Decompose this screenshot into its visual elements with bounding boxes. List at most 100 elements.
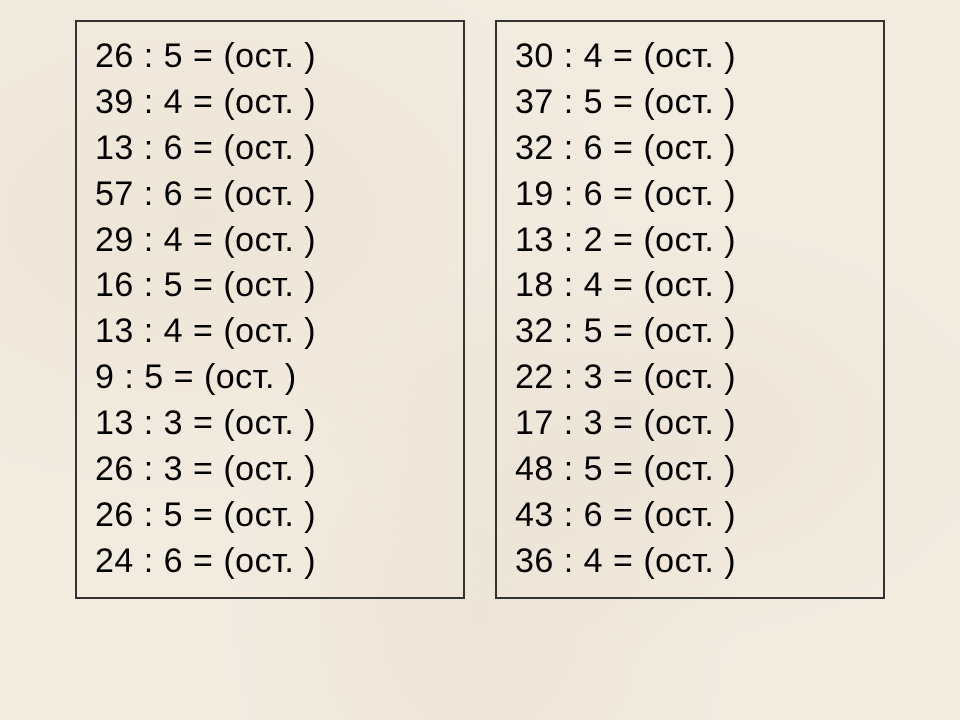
equals-sign: = <box>183 496 223 534</box>
division-separator: : <box>134 37 164 75</box>
remainder-label: (ост. ) <box>223 83 316 121</box>
divisor: 4 <box>584 542 603 580</box>
problem-line: 39 : 4 = (ост. ) <box>95 80 443 126</box>
division-separator: : <box>554 450 584 488</box>
dividend: 30 <box>515 37 554 75</box>
division-separator: : <box>134 404 164 442</box>
equals-sign: = <box>603 450 643 488</box>
problem-line: 9 : 5 = (ост. ) <box>95 355 443 401</box>
equals-sign: = <box>183 221 223 259</box>
problem-line: 36 : 4 = (ост. ) <box>515 539 863 585</box>
dividend: 48 <box>515 450 554 488</box>
dividend: 26 <box>95 496 134 534</box>
divisor: 4 <box>164 83 183 121</box>
remainder-label: (ост. ) <box>643 37 736 75</box>
division-separator: : <box>134 450 164 488</box>
divisor: 2 <box>584 221 603 259</box>
problem-line: 32 : 6 = (ост. ) <box>515 126 863 172</box>
divisor: 5 <box>584 450 603 488</box>
dividend: 26 <box>95 450 134 488</box>
problem-line: 13 : 4 = (ост. ) <box>95 309 443 355</box>
remainder-label: (ост. ) <box>643 266 736 304</box>
divisor: 5 <box>584 83 603 121</box>
equals-sign: = <box>183 266 223 304</box>
divisor: 4 <box>584 37 603 75</box>
division-separator: : <box>554 175 584 213</box>
problem-line: 48 : 5 = (ост. ) <box>515 447 863 493</box>
equals-sign: = <box>603 37 643 75</box>
division-separator: : <box>134 542 164 580</box>
equals-sign: = <box>603 542 643 580</box>
division-separator: : <box>134 496 164 534</box>
divisor: 4 <box>164 221 183 259</box>
remainder-label: (ост. ) <box>643 496 736 534</box>
problem-line: 17 : 3 = (ост. ) <box>515 401 863 447</box>
problem-line: 22 : 3 = (ост. ) <box>515 355 863 401</box>
remainder-label: (ост. ) <box>223 542 316 580</box>
problem-line: 32 : 5 = (ост. ) <box>515 309 863 355</box>
divisor: 4 <box>584 266 603 304</box>
divisor: 4 <box>164 312 183 350</box>
divisor: 3 <box>584 358 603 396</box>
problem-line: 37 : 5 = (ост. ) <box>515 80 863 126</box>
divisor: 5 <box>164 496 183 534</box>
remainder-label: (ост. ) <box>643 312 736 350</box>
division-separator: : <box>554 129 584 167</box>
divisor: 6 <box>584 496 603 534</box>
dividend: 13 <box>95 312 134 350</box>
dividend: 13 <box>515 221 554 259</box>
problem-line: 26 : 5 = (ост. ) <box>95 34 443 80</box>
remainder-label: (ост. ) <box>223 496 316 534</box>
dividend: 37 <box>515 83 554 121</box>
divisor: 6 <box>164 129 183 167</box>
problem-line: 43 : 6 = (ост. ) <box>515 493 863 539</box>
divisor: 3 <box>164 450 183 488</box>
dividend: 17 <box>515 404 554 442</box>
equals-sign: = <box>603 266 643 304</box>
remainder-label: (ост. ) <box>643 175 736 213</box>
division-separator: : <box>554 37 584 75</box>
division-separator: : <box>554 358 584 396</box>
equals-sign: = <box>603 496 643 534</box>
remainder-label: (ост. ) <box>223 450 316 488</box>
division-separator: : <box>134 221 164 259</box>
remainder-label: (ост. ) <box>204 358 297 396</box>
dividend: 24 <box>95 542 134 580</box>
problem-line: 26 : 5 = (ост. ) <box>95 493 443 539</box>
problem-line: 29 : 4 = (ост. ) <box>95 218 443 264</box>
dividend: 57 <box>95 175 134 213</box>
problem-line: 13 : 2 = (ост. ) <box>515 218 863 264</box>
dividend: 32 <box>515 129 554 167</box>
divisor: 3 <box>164 404 183 442</box>
remainder-label: (ост. ) <box>643 221 736 259</box>
equals-sign: = <box>603 312 643 350</box>
remainder-label: (ост. ) <box>643 404 736 442</box>
remainder-label: (ост. ) <box>643 129 736 167</box>
equals-sign: = <box>183 312 223 350</box>
problem-line: 13 : 3 = (ост. ) <box>95 401 443 447</box>
division-separator: : <box>134 175 164 213</box>
remainder-label: (ост. ) <box>643 542 736 580</box>
divisor: 6 <box>164 175 183 213</box>
dividend: 13 <box>95 129 134 167</box>
equals-sign: = <box>603 221 643 259</box>
division-separator: : <box>134 129 164 167</box>
left-problems-box: 26 : 5 = (ост. )39 : 4 = (ост. )13 : 6 =… <box>75 20 465 599</box>
dividend: 9 <box>95 358 114 396</box>
division-separator: : <box>554 312 584 350</box>
problem-line: 19 : 6 = (ост. ) <box>515 172 863 218</box>
dividend: 13 <box>95 404 134 442</box>
problem-line: 26 : 3 = (ост. ) <box>95 447 443 493</box>
remainder-label: (ост. ) <box>223 221 316 259</box>
equals-sign: = <box>603 404 643 442</box>
remainder-label: (ост. ) <box>643 358 736 396</box>
equals-sign: = <box>183 450 223 488</box>
division-separator: : <box>554 266 584 304</box>
equals-sign: = <box>183 404 223 442</box>
division-separator: : <box>554 542 584 580</box>
divisor: 6 <box>584 129 603 167</box>
divisor: 5 <box>584 312 603 350</box>
divisor: 5 <box>164 37 183 75</box>
equals-sign: = <box>183 129 223 167</box>
remainder-label: (ост. ) <box>223 175 316 213</box>
